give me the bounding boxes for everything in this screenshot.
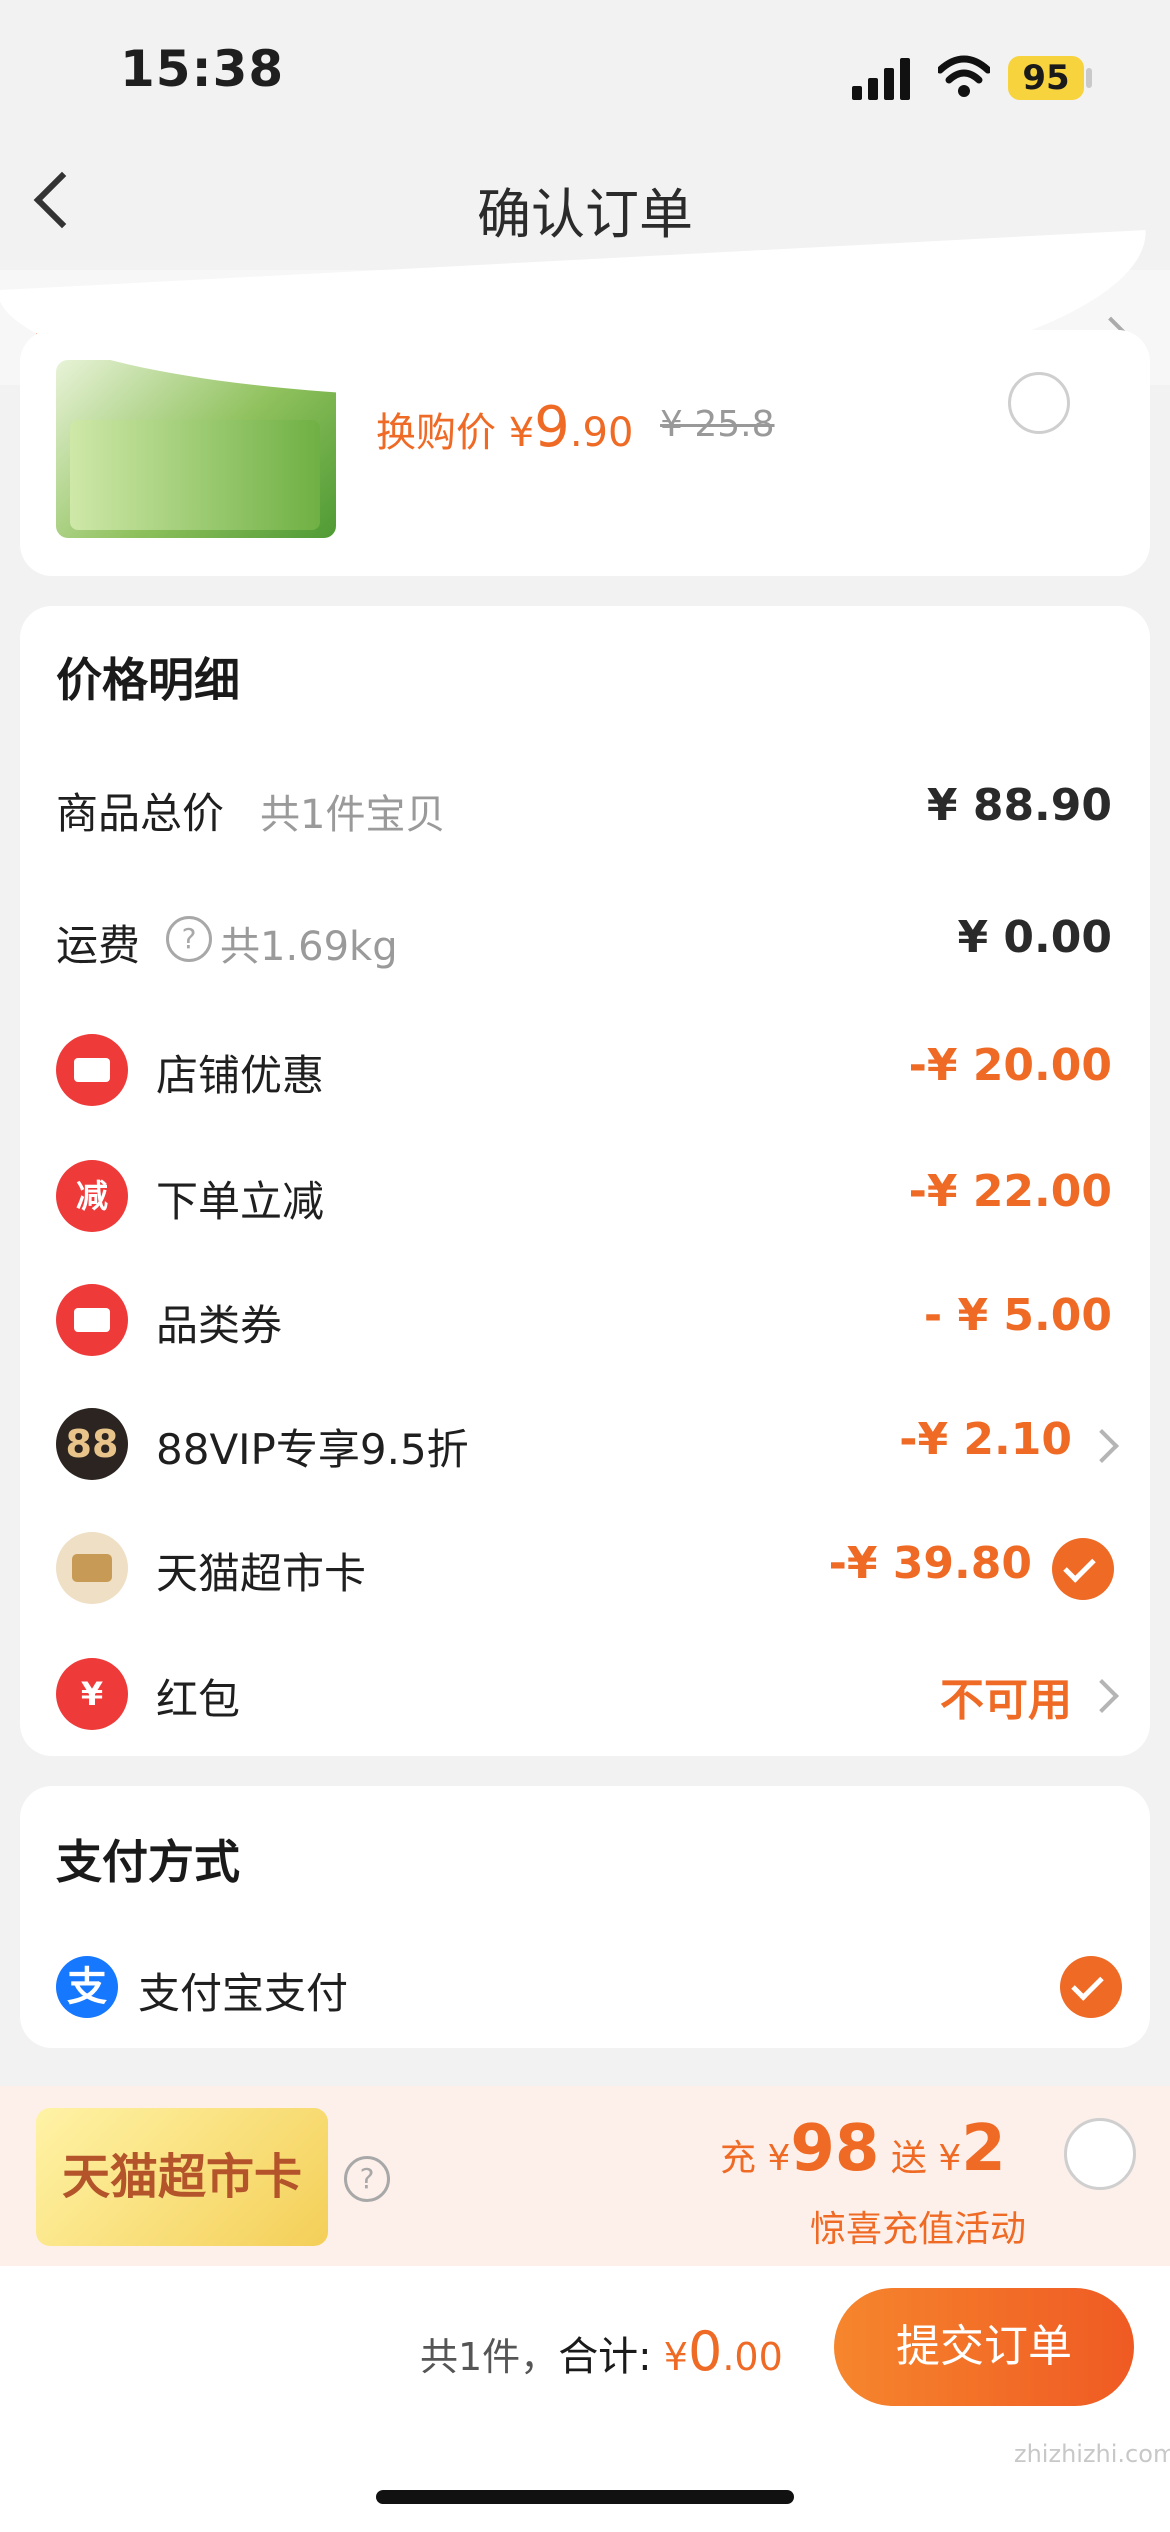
- swap-price: 换购价 ¥9.90: [376, 395, 633, 460]
- shipping-label: 运费: [56, 921, 141, 970]
- red-packet-icon: ¥: [56, 1658, 128, 1730]
- home-indicator[interactable]: [376, 2490, 794, 2504]
- order-reduction-value: -¥ 22.00: [908, 1166, 1112, 1217]
- charge-amount: 98: [790, 2112, 880, 2186]
- total-label: 合计:: [558, 2334, 652, 2380]
- shop-discount-value: -¥ 20.00: [908, 1040, 1112, 1091]
- red-packet-label: 红包: [156, 1675, 241, 1724]
- battery-indicator: 95: [1008, 56, 1084, 100]
- category-coupon-label: 品类券: [156, 1301, 283, 1350]
- swap-price-label: 换购价 ¥: [376, 410, 535, 456]
- vip-discount-value[interactable]: -¥ 2.10: [720, 1414, 1072, 1465]
- original-price: ¥ 25.8: [660, 404, 775, 445]
- recharge-offer: 充 ¥98 送 ¥2: [720, 2112, 1006, 2186]
- goods-count: 共1件宝贝: [260, 792, 446, 838]
- red-packet-value[interactable]: 不可用: [720, 1664, 1072, 1728]
- status-time: 15:38: [120, 40, 285, 98]
- gift-amount: 2: [961, 2112, 1006, 2186]
- tissue-box-graphic: [70, 420, 320, 530]
- vip88-icon: 88: [56, 1408, 128, 1480]
- vip-discount-label: 88VIP专享9.5折: [156, 1425, 469, 1474]
- swap-price-int: 9: [534, 395, 570, 460]
- check-icon[interactable]: [1052, 1538, 1114, 1600]
- payment-title: 支付方式: [56, 1835, 240, 1889]
- total-currency: ¥: [663, 2335, 688, 2379]
- help-icon[interactable]: ?: [166, 916, 212, 962]
- alipay-icon: 支: [56, 1956, 118, 2018]
- reduce-icon: 减: [56, 1160, 128, 1232]
- item-count: 共1件，: [420, 2335, 559, 2379]
- order-reduction-label: 下单立减: [156, 1177, 325, 1226]
- promo-subtitle: 惊喜充值活动: [810, 2209, 1027, 2250]
- swap-price-dec: .90: [569, 410, 634, 456]
- product-select-radio[interactable]: [1008, 372, 1070, 434]
- charge-prefix: 充 ¥: [720, 2138, 791, 2179]
- category-coupon-value: - ¥ 5.00: [923, 1290, 1112, 1341]
- wifi-icon: [938, 55, 990, 97]
- shipping-value: ¥ 0.00: [957, 912, 1113, 963]
- payment-method-label[interactable]: 支付宝支付: [138, 1960, 348, 2021]
- total-dec: .00: [722, 2335, 783, 2379]
- goods-total-value: ¥ 88.90: [926, 780, 1112, 831]
- goods-total-label: 商品总价: [56, 789, 225, 838]
- watermark: zhizhizhi.com: [1014, 2440, 1170, 2468]
- check-icon[interactable]: [1060, 1956, 1122, 2018]
- card-icon: [56, 1532, 128, 1604]
- submit-order-button[interactable]: 提交订单: [834, 2288, 1134, 2406]
- shipping-weight: 共1.69kg: [220, 924, 398, 970]
- total-int: 0: [687, 2320, 723, 2383]
- gift-prefix: 送 ¥: [890, 2138, 962, 2179]
- coupon-icon: [56, 1034, 128, 1106]
- signal-icon: [852, 58, 910, 100]
- battery-tip: [1086, 68, 1092, 88]
- price-detail-title: 价格明细: [56, 653, 240, 707]
- shop-discount-label: 店铺优惠: [156, 1051, 325, 1100]
- coupon-icon: [56, 1284, 128, 1356]
- tmall-card-label: 天猫超市卡: [156, 1549, 367, 1598]
- tmall-card-value: -¥ 39.80: [828, 1538, 1032, 1589]
- order-total: 共1件，合计: ¥0.00: [420, 2320, 783, 2383]
- help-icon[interactable]: ?: [344, 2156, 390, 2202]
- tmall-card-badge: 天猫超市卡: [36, 2108, 328, 2246]
- recharge-select-radio[interactable]: [1064, 2118, 1136, 2190]
